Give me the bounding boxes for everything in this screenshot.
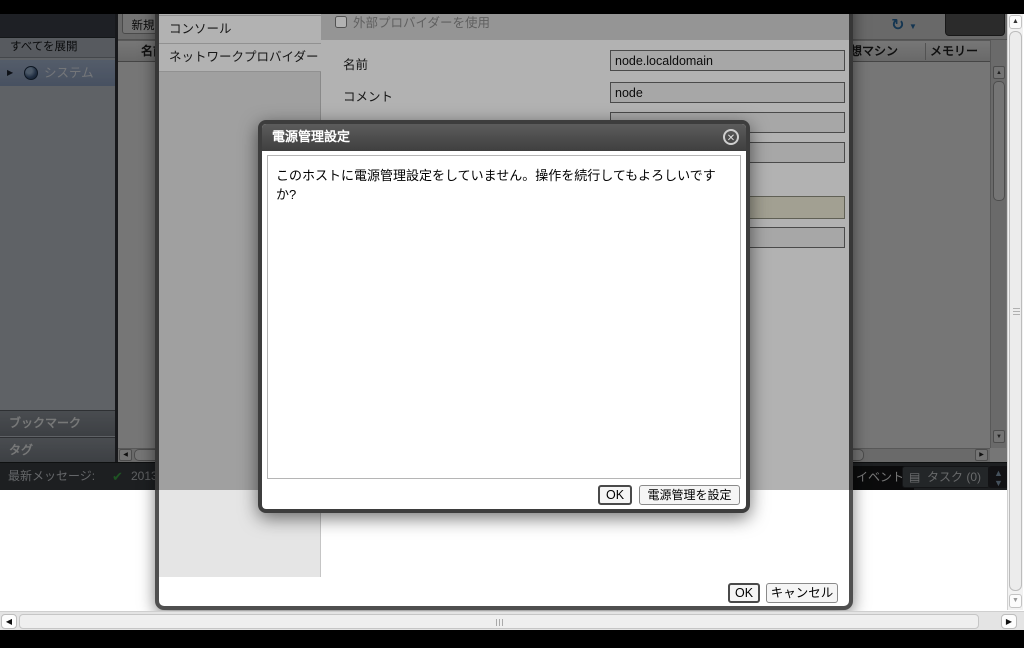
- thumb-grip: [1013, 311, 1020, 312]
- power-management-dialog: 電源管理設定 ✕ このホストに電源管理設定をしていません。操作を続行してもよろし…: [258, 120, 750, 513]
- page-horizontal-scrollbar[interactable]: ◀ ▶: [0, 611, 1024, 630]
- scroll-right-icon[interactable]: ▶: [1001, 614, 1017, 629]
- power-management-dialog-title: 電源管理設定: [262, 124, 746, 151]
- letterbox-top: [0, 0, 1024, 14]
- close-icon[interactable]: ✕: [723, 129, 739, 145]
- thumb-grip: [1013, 308, 1020, 309]
- letterbox-bottom: [0, 630, 1024, 648]
- page-vertical-scrollbar[interactable]: ▲ ▼: [1007, 14, 1023, 610]
- page-vscroll-thumb[interactable]: [1009, 31, 1022, 591]
- host-dialog-cancel-button[interactable]: キャンセル: [766, 583, 838, 603]
- confirmation-message: このホストに電源管理設定をしていません。操作を続行してもよろしいですか?: [276, 165, 726, 203]
- power-management-dialog-body: このホストに電源管理設定をしていません。操作を続行してもよろしいですか?: [267, 155, 741, 479]
- thumb-grip: [499, 619, 500, 626]
- screen: すべてを展開 ▶ システム ブックマーク タグ 新規 ↻ ▼ 名前 仮想マシン: [0, 0, 1024, 648]
- scroll-up-icon[interactable]: ▲: [1009, 15, 1022, 29]
- host-dialog-ok-button[interactable]: OK: [728, 583, 760, 603]
- thumb-grip: [1013, 314, 1020, 315]
- modal-ok-button[interactable]: OK: [598, 485, 632, 505]
- page-hscroll-thumb[interactable]: [19, 614, 979, 629]
- configure-power-management-button[interactable]: 電源管理を設定: [639, 485, 740, 505]
- scroll-left-icon[interactable]: ◀: [1, 614, 17, 629]
- scroll-down-icon[interactable]: ▼: [1009, 594, 1022, 608]
- thumb-grip: [496, 619, 497, 626]
- thumb-grip: [502, 619, 503, 626]
